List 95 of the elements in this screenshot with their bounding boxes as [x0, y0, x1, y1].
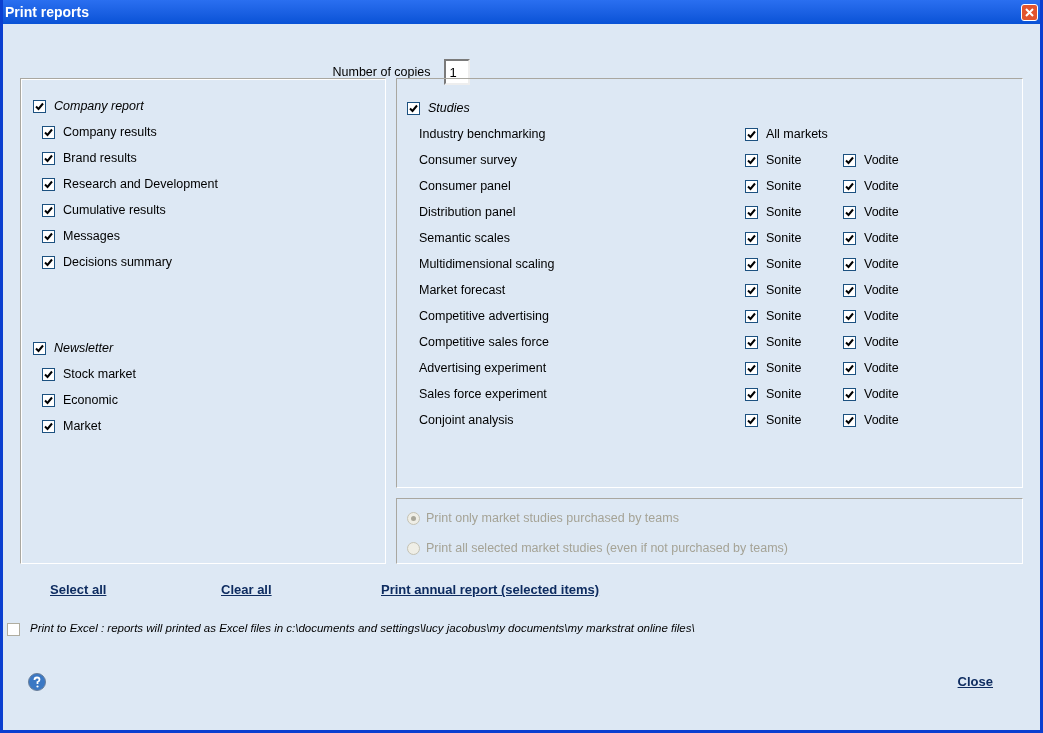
study-label: Market forecast — [419, 281, 507, 299]
market-label: Vodite — [864, 385, 899, 403]
checkbox[interactable] — [42, 419, 55, 433]
radio-label: Print all selected market studies (even if not purchased by teams) — [426, 539, 788, 557]
market-label: Sonite — [766, 359, 802, 377]
copies-label: Number of copies — [332, 63, 431, 81]
checkbox-label: Economic — [63, 391, 118, 409]
market-label: Vodite — [864, 359, 899, 377]
market-label: Vodite — [864, 229, 899, 247]
window-title: Print reports — [5, 2, 89, 22]
checkbox[interactable] — [42, 255, 55, 269]
checkbox-label: Stock market — [63, 365, 136, 383]
market-label: Vodite — [864, 255, 899, 273]
market-label: Sonite — [766, 281, 802, 299]
checkbox[interactable] — [843, 361, 856, 375]
study-label: Consumer panel — [419, 177, 512, 195]
market-label: Vodite — [864, 411, 899, 429]
checkbox[interactable] — [42, 393, 55, 407]
study-label: Consumer survey — [419, 151, 518, 169]
checkbox-label: Research and Development — [63, 175, 218, 193]
market-label: Sonite — [766, 411, 802, 429]
excel-label: Print to Excel : reports will printed as Excel files in c:\documents and settings\lucy jacobus\my documents\my markstrat online files\ — [30, 621, 695, 637]
market-label: Vodite — [864, 281, 899, 299]
checkbox[interactable] — [843, 231, 856, 245]
market-label: Vodite — [864, 151, 899, 169]
checkbox[interactable] — [42, 367, 55, 381]
checkbox[interactable] — [843, 335, 856, 349]
checkbox[interactable] — [407, 101, 420, 115]
checkbox-label: Decisions summary — [63, 253, 173, 271]
checkbox-label: Company results — [63, 123, 157, 141]
study-label: Conjoint analysis — [419, 411, 515, 429]
print-link[interactable]: Print annual report (selected items) — [381, 580, 600, 600]
market-label: Vodite — [864, 333, 899, 351]
excel-checkbox[interactable] — [7, 622, 20, 636]
market-label: Sonite — [766, 385, 802, 403]
checkbox-label: Cumulative results — [63, 201, 166, 219]
checkbox[interactable] — [843, 413, 856, 427]
checkbox[interactable] — [843, 153, 856, 167]
study-label: Advertising experiment — [419, 359, 548, 377]
checkbox[interactable] — [745, 335, 758, 349]
checkbox[interactable] — [745, 205, 758, 219]
close-link[interactable]: Close — [957, 672, 993, 692]
clear-all-link[interactable]: Clear all — [221, 580, 381, 600]
checkbox-label: Studies — [428, 99, 470, 117]
checkbox-label: Newsletter — [54, 339, 114, 357]
checkbox[interactable] — [745, 153, 758, 167]
market-label: Sonite — [766, 229, 802, 247]
checkbox[interactable] — [745, 257, 758, 271]
market-label: Sonite — [766, 255, 802, 273]
checkbox[interactable] — [33, 99, 46, 113]
study-label: Distribution panel — [419, 203, 517, 221]
market-label: Vodite — [864, 203, 899, 221]
study-label: Competitive sales force — [419, 333, 550, 351]
checkbox[interactable] — [843, 179, 856, 193]
checkbox[interactable] — [843, 309, 856, 323]
checkbox[interactable] — [843, 205, 856, 219]
checkbox[interactable] — [843, 283, 856, 297]
checkbox[interactable] — [745, 309, 758, 323]
checkbox[interactable] — [42, 151, 55, 165]
study-label: Industry benchmarking — [419, 125, 547, 143]
study-label: Semantic scales — [419, 229, 511, 247]
market-label: Sonite — [766, 333, 802, 351]
checkbox[interactable] — [745, 231, 758, 245]
study-label: Multidimensional scaling — [419, 255, 556, 273]
select-all-link[interactable]: Select all — [50, 580, 221, 600]
checkbox[interactable] — [745, 179, 758, 193]
checkbox[interactable] — [42, 125, 55, 139]
help-icon[interactable] — [28, 673, 46, 691]
checkbox-label: Messages — [63, 227, 120, 245]
checkbox[interactable] — [42, 229, 55, 243]
checkbox[interactable] — [42, 203, 55, 217]
checkbox[interactable] — [745, 127, 758, 141]
market-label: All markets — [766, 125, 828, 143]
radio-label: Print only market studies purchased by teams — [426, 509, 679, 527]
checkbox[interactable] — [843, 257, 856, 271]
market-label: Sonite — [766, 177, 802, 195]
market-label: Sonite — [766, 151, 802, 169]
study-label: Competitive advertising — [419, 307, 550, 325]
market-label: Vodite — [864, 307, 899, 325]
checkbox[interactable] — [745, 361, 758, 375]
checkbox[interactable] — [745, 387, 758, 401]
close-icon[interactable] — [1021, 3, 1038, 21]
checkbox[interactable] — [843, 387, 856, 401]
market-label: Sonite — [766, 307, 802, 325]
copies-field[interactable]: 1 — [444, 59, 471, 85]
checkbox-label: Brand results — [63, 149, 137, 167]
market-label: Vodite — [864, 177, 899, 195]
checkbox[interactable] — [42, 177, 55, 191]
checkbox[interactable] — [33, 341, 46, 355]
study-label: Sales force experiment — [419, 385, 548, 403]
checkbox[interactable] — [745, 283, 758, 297]
checkbox[interactable] — [745, 413, 758, 427]
market-label: Sonite — [766, 203, 802, 221]
checkbox-label: Company report — [54, 97, 144, 115]
checkbox-label: Market — [63, 417, 102, 435]
